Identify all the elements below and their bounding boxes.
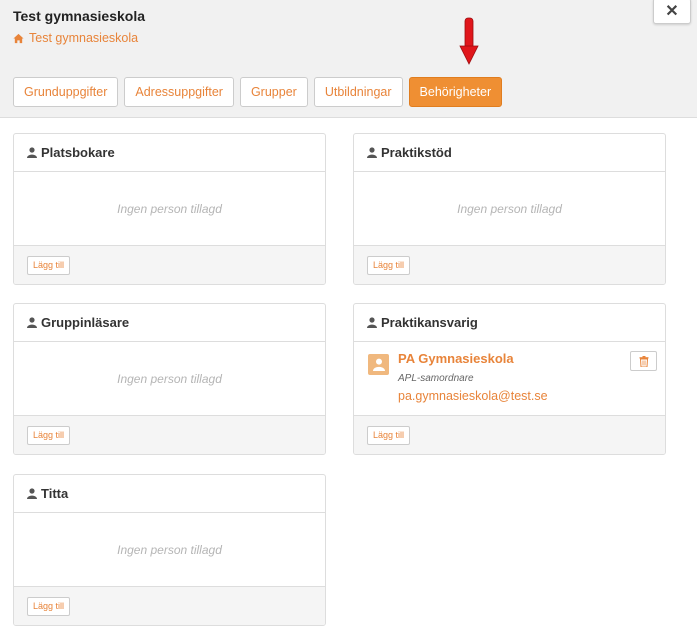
- panel-header: Gruppinläsare: [14, 304, 325, 342]
- add-praktikstod-button[interactable]: Lägg till: [367, 255, 411, 275]
- panel-title: Gruppinläsare: [41, 315, 130, 330]
- panel-body: Ingen person tillagd: [14, 172, 325, 245]
- person-role: APL-samordnare: [398, 373, 474, 384]
- panel-title: Titta: [41, 486, 69, 501]
- close-button[interactable]: ✕: [653, 0, 691, 24]
- panel-header: Titta: [14, 475, 325, 513]
- avatar: [368, 354, 389, 375]
- empty-message: Ingen person tillagd: [117, 201, 222, 216]
- person-entry: PA Gymnasieskola APL-samordnare pa.gymna…: [354, 342, 665, 415]
- delete-person-button[interactable]: [630, 351, 657, 371]
- panel-titta: Titta Ingen person tillagd Lägg till: [13, 474, 326, 626]
- close-icon: ✕: [665, 3, 679, 20]
- user-icon: [367, 317, 377, 328]
- empty-message: Ingen person tillagd: [457, 201, 562, 216]
- panel-title: Platsbokare: [41, 145, 115, 160]
- person-email[interactable]: pa.gymnasieskola@test.se: [398, 389, 548, 403]
- panel-footer: Lägg till: [354, 245, 665, 284]
- user-icon: [27, 488, 37, 499]
- add-titta-button[interactable]: Lägg till: [27, 596, 71, 616]
- panel-body: Ingen person tillagd: [14, 513, 325, 586]
- red-arrow-icon: [459, 17, 479, 65]
- panel-footer: Lägg till: [354, 415, 665, 454]
- tab-grunduppgifter[interactable]: Grunduppgifter: [13, 77, 119, 107]
- user-avatar-icon: [372, 358, 385, 371]
- panel-praktikstod: Praktikstöd Ingen person tillagd Lägg ti…: [353, 133, 666, 285]
- add-praktikansvarig-button[interactable]: Lägg till: [367, 425, 411, 445]
- breadcrumb-link[interactable]: Test gymnasieskola: [29, 31, 138, 45]
- user-icon: [27, 317, 37, 328]
- dialog-header: Test gymnasieskola Test gymnasieskola ✕ …: [0, 0, 697, 118]
- add-platsbokare-button[interactable]: Lägg till: [27, 255, 71, 275]
- panel-footer: Lägg till: [14, 415, 325, 454]
- panel-header: Praktikstöd: [354, 134, 665, 172]
- empty-message: Ingen person tillagd: [117, 371, 222, 386]
- panel-gruppinlasare: Gruppinläsare Ingen person tillagd Lägg …: [13, 303, 326, 455]
- person-name[interactable]: PA Gymnasieskola: [398, 351, 514, 366]
- user-icon: [27, 147, 37, 158]
- add-gruppinlasare-button[interactable]: Lägg till: [27, 425, 71, 445]
- empty-message: Ingen person tillagd: [117, 542, 222, 557]
- panel-body: Ingen person tillagd: [354, 172, 665, 245]
- tab-utbildningar[interactable]: Utbildningar: [313, 77, 403, 107]
- panel-body: Ingen person tillagd: [14, 342, 325, 415]
- breadcrumb[interactable]: Test gymnasieskola: [13, 31, 138, 45]
- tab-adressuppgifter[interactable]: Adressuppgifter: [124, 77, 234, 107]
- panel-footer: Lägg till: [14, 586, 325, 625]
- tab-behorigheter[interactable]: Behörigheter: [408, 77, 503, 107]
- panel-platsbokare: Platsbokare Ingen person tillagd Lägg ti…: [13, 133, 326, 285]
- panel-title: Praktikstöd: [381, 145, 452, 160]
- panel-title: Praktikansvarig: [381, 315, 478, 330]
- tab-grupper[interactable]: Grupper: [239, 77, 308, 107]
- panel-praktikansvarig: Praktikansvarig PA Gymnasieskola APL-sam…: [353, 303, 666, 455]
- trash-icon: [639, 355, 648, 367]
- home-icon: [13, 33, 24, 43]
- panel-header: Praktikansvarig: [354, 304, 665, 342]
- tab-bar: Grunduppgifter Adressuppgifter Grupper U…: [13, 77, 503, 107]
- panel-footer: Lägg till: [14, 245, 325, 284]
- panel-header: Platsbokare: [14, 134, 325, 172]
- user-icon: [367, 147, 377, 158]
- dialog-title: Test gymnasieskola: [13, 8, 146, 24]
